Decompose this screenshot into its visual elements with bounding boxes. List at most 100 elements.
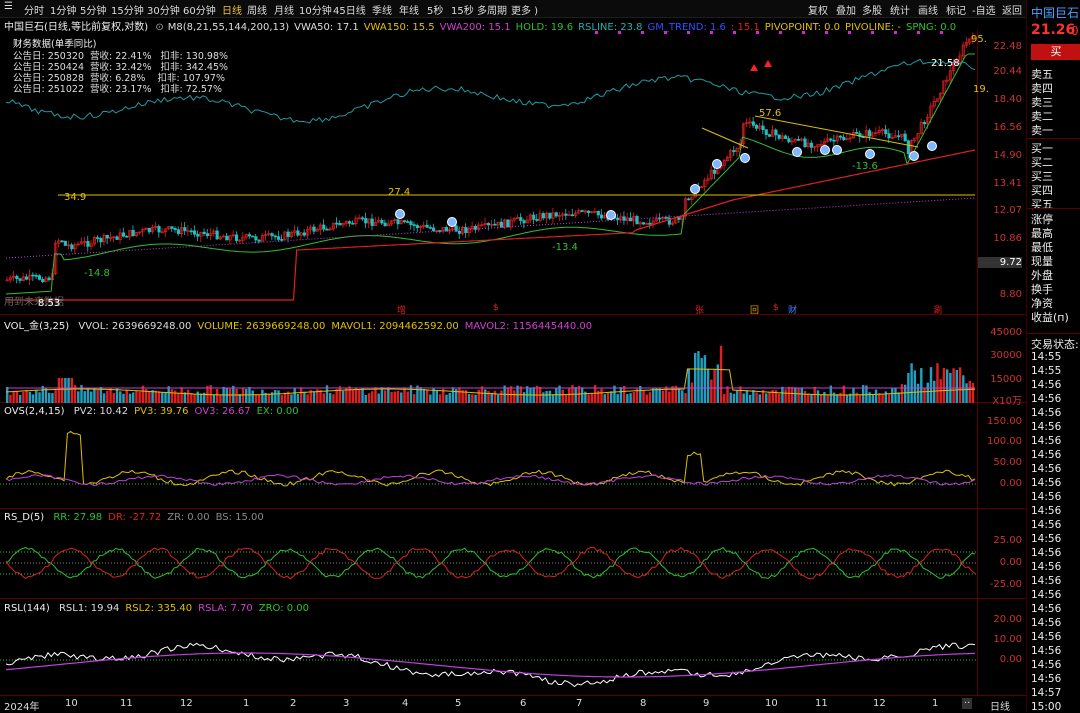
stock-name[interactable]: 中国巨石 bbox=[1031, 4, 1079, 21]
price-annotation: 34.9 bbox=[64, 192, 87, 203]
indicator-value: RSL2: 335.40 bbox=[125, 603, 193, 614]
rsd-panel-header: RS_D(5) RR: 27.98 DR: -27.72 ZR: 0.00 BS: 1… bbox=[4, 512, 264, 523]
rsl-panel-title: RSL(144) bbox=[4, 603, 50, 614]
date-axis-label: 11 bbox=[120, 698, 133, 709]
tick-time: 14:57 bbox=[1031, 687, 1062, 699]
date-axis-label: 12 bbox=[873, 698, 886, 709]
price-annotation: 19. bbox=[973, 84, 989, 95]
rsd-panel-title: RS_D(5) bbox=[4, 512, 45, 523]
tick-time: 14:56 bbox=[1031, 407, 1062, 419]
tick-time: 14:56 bbox=[1031, 505, 1062, 517]
indicator-value: MAVOL2: 1156445440.00 bbox=[464, 321, 593, 332]
tick-time: 14:56 bbox=[1031, 575, 1062, 587]
event-marker[interactable]: $ bbox=[773, 303, 779, 313]
indicator-value: RR: 27.98 bbox=[53, 512, 103, 523]
quote-stat: 收益(п) bbox=[1031, 311, 1069, 324]
rsd-axis-label: -25.00 bbox=[989, 579, 1022, 590]
tick-time: 14:55 bbox=[1031, 351, 1062, 363]
tick-time: 14:56 bbox=[1031, 421, 1062, 433]
date-axis-label: 6 bbox=[520, 698, 527, 709]
tick-time: 14:56 bbox=[1031, 491, 1062, 503]
price-axis-label: 8.80 bbox=[999, 289, 1022, 300]
tick-time: 14:56 bbox=[1031, 533, 1062, 545]
price-axis-label: 18.40 bbox=[993, 94, 1022, 105]
price-annotation: -13.4 bbox=[552, 242, 578, 253]
ovs-axis-label: 100.00 bbox=[987, 436, 1022, 447]
event-marker[interactable]: 增 bbox=[397, 303, 406, 316]
event-marker[interactable]: 财 bbox=[788, 303, 797, 316]
date-axis-label: 7 bbox=[576, 698, 583, 709]
tick-time: 14:56 bbox=[1031, 519, 1062, 531]
ovs-axis-label: 50.00 bbox=[993, 457, 1022, 468]
date-axis-label: 5 bbox=[455, 698, 462, 709]
price-annotation: 95. bbox=[971, 34, 987, 45]
event-marker[interactable]: $ bbox=[493, 303, 499, 313]
indicator-value: DR: -27.72 bbox=[108, 512, 162, 523]
tick-time: 15:00 bbox=[1031, 701, 1062, 713]
buy-level: 买五 bbox=[1031, 198, 1053, 211]
rsl-axis-label: 0.00 bbox=[999, 654, 1022, 665]
indicator-value: PV2: 10.42 bbox=[73, 406, 129, 417]
date-axis-label: 10 bbox=[65, 698, 78, 709]
price-axis-label: 14.90 bbox=[993, 150, 1022, 161]
tick-time: 14:56 bbox=[1031, 617, 1062, 629]
indicator-value: EX: 0.00 bbox=[256, 406, 299, 417]
date-axis-label: 3 bbox=[343, 698, 350, 709]
tick-time: 14:56 bbox=[1031, 547, 1062, 559]
indicator-value: PV3: 39.76 bbox=[134, 406, 189, 417]
event-marker[interactable]: 回 bbox=[750, 303, 759, 316]
date-axis-label: 9 bbox=[703, 698, 710, 709]
buy-button[interactable]: 买 bbox=[1031, 44, 1080, 60]
current-price: 21.26 bbox=[1031, 22, 1076, 38]
price-axis-label: 9.72 bbox=[978, 257, 1022, 268]
price-change: 0. bbox=[1071, 24, 1080, 38]
date-axis-label: 1 bbox=[243, 698, 250, 709]
date-axis-label: 10 bbox=[765, 698, 778, 709]
date-axis-label: 2 bbox=[290, 698, 297, 709]
tick-time: 14:56 bbox=[1031, 631, 1062, 643]
rsl-axis-label: 20.00 bbox=[993, 614, 1022, 625]
volume-panel-title: VOL_金(3,25) bbox=[4, 321, 70, 332]
indicator-value: RSL1: 19.94 bbox=[58, 603, 120, 614]
tick-time: 14:56 bbox=[1031, 435, 1062, 447]
ovs-panel-header: OVS(2,4,15) PV2: 10.42 PV3: 39.76 OV3: 26.… bbox=[4, 406, 299, 417]
date-axis-label: 12 bbox=[180, 698, 193, 709]
scroll-button[interactable]: ·· bbox=[962, 698, 973, 709]
tick-time: 14:56 bbox=[1031, 589, 1062, 601]
volume-axis-label: 15000 bbox=[990, 374, 1022, 385]
trade-status-label: 交易状态: bbox=[1031, 338, 1079, 351]
rsd-axis-label: 25.00 bbox=[993, 535, 1022, 546]
date-axis-label: 11 bbox=[815, 698, 828, 709]
ovs-axis-label: 150.00 bbox=[987, 416, 1022, 427]
price-annotation: 27.4 bbox=[388, 187, 411, 198]
price-axis-label: 16.56 bbox=[993, 122, 1022, 133]
indicator-value: VVOL: 2639669248.00 bbox=[78, 321, 192, 332]
price-annotation: 21.58 bbox=[931, 58, 960, 69]
price-annotation: -13.6 bbox=[852, 161, 878, 172]
tick-time: 14:56 bbox=[1031, 645, 1062, 657]
date-axis-label: 4 bbox=[402, 698, 409, 709]
quote-panel: 中国巨石 21.26 0. 买 卖五卖四卖三卖二卖一买一买二买三买四买五涨停最高… bbox=[1026, 0, 1080, 713]
indicator-value: ZR: 0.00 bbox=[167, 512, 210, 523]
price-axis-label: 20.44 bbox=[993, 66, 1022, 77]
ovs-axis-label: 0.00 bbox=[999, 478, 1022, 489]
volume-axis-label: 30000 bbox=[990, 350, 1022, 361]
price-axis-label: 10.86 bbox=[993, 233, 1022, 244]
ovs-panel-title: OVS(2,4,15) bbox=[4, 406, 65, 417]
indicator-value: VOLUME: 2639669248.00 bbox=[197, 321, 326, 332]
tick-time: 14:56 bbox=[1031, 379, 1062, 391]
date-axis-label: 1 bbox=[932, 698, 939, 709]
event-marker[interactable]: 张 bbox=[695, 303, 704, 316]
price-axis-label: 13.41 bbox=[993, 178, 1022, 189]
price-annotation: 57.6 bbox=[759, 108, 782, 119]
tick-time: 14:55 bbox=[1031, 365, 1062, 377]
volume-panel-header: VOL_金(3,25) VVOL: 2639669248.00 VOLUME: 2… bbox=[4, 317, 592, 332]
event-marker[interactable]: 涮 bbox=[933, 303, 942, 316]
volume-unit: X10万 bbox=[992, 396, 1022, 407]
rsl-axis-label: 10.00 bbox=[993, 634, 1022, 645]
tick-time: 14:56 bbox=[1031, 449, 1062, 461]
date-axis-label: 8 bbox=[640, 698, 647, 709]
price-axis-label: 12.07 bbox=[993, 205, 1022, 216]
price-annotation: 8.53 bbox=[38, 298, 61, 309]
indicator-value: MAVOL1: 2094462592.00 bbox=[331, 321, 459, 332]
